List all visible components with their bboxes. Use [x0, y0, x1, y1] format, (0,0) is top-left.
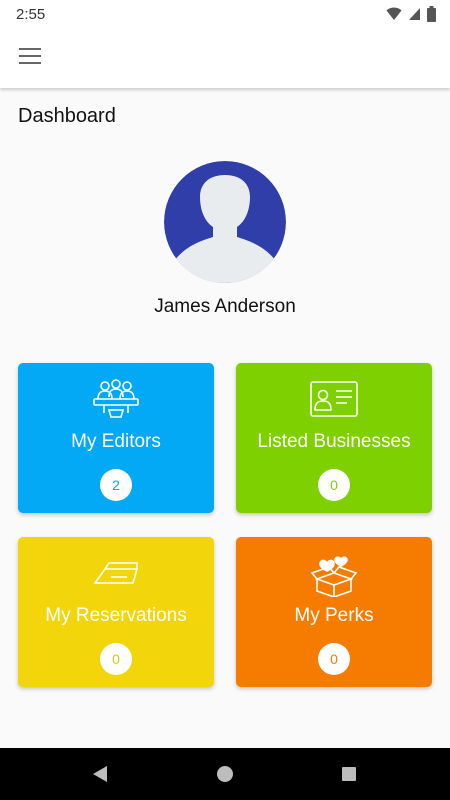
page-title: Dashboard [18, 105, 116, 127]
count-badge: 0 [318, 643, 350, 675]
gift-box-icon [236, 553, 432, 597]
wifi-icon [386, 7, 402, 21]
count-badge: 0 [318, 469, 350, 501]
status-bar: 2:55 [0, 0, 450, 28]
app-bar [0, 28, 450, 88]
signal-icon [408, 7, 421, 21]
tile-label: Listed Businesses [257, 431, 411, 452]
my-reservations-tile[interactable]: My Reservations 0 [18, 537, 214, 687]
tile-label: My Perks [294, 605, 374, 626]
home-button[interactable] [213, 762, 237, 786]
listed-businesses-tile[interactable]: Listed Businesses 0 [236, 363, 432, 513]
status-icons [386, 6, 436, 22]
my-perks-tile[interactable]: My Perks 0 [236, 537, 432, 687]
my-editors-tile[interactable]: My Editors 2 [18, 363, 214, 513]
recents-button[interactable] [337, 762, 361, 786]
back-icon [93, 766, 107, 782]
avatar[interactable] [164, 161, 286, 283]
dashboard-content: Dashboard James Anderson My Editors 2 Li… [0, 88, 450, 748]
home-icon [217, 766, 233, 782]
status-time: 2:55 [16, 5, 46, 23]
menu-button[interactable] [12, 40, 48, 76]
tile-label: My Editors [71, 431, 161, 452]
hamburger-menu-icon [19, 47, 41, 69]
user-silhouette-icon [164, 161, 286, 283]
recents-icon [342, 767, 356, 781]
count-badge: 0 [100, 643, 132, 675]
count-badge: 2 [100, 469, 132, 501]
tile-label: My Reservations [45, 605, 187, 626]
ticket-icon [18, 553, 214, 595]
battery-icon [427, 6, 436, 22]
editors-icon [18, 379, 214, 421]
back-button[interactable] [88, 762, 112, 786]
system-nav-bar [0, 748, 450, 800]
business-card-icon [236, 379, 432, 421]
user-name: James Anderson [154, 296, 296, 317]
